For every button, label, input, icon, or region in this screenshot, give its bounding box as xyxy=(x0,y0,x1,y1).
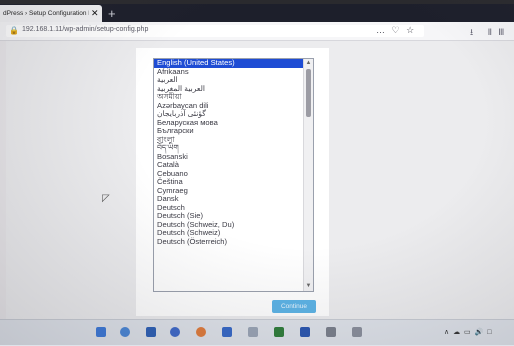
edge-browser-icon[interactable] xyxy=(170,327,180,337)
language-option[interactable]: Deutsch (Österreich) xyxy=(154,237,313,247)
scroll-down-icon[interactable]: ▼ xyxy=(305,283,312,290)
mouse-cursor-icon: ◸ xyxy=(102,193,110,204)
new-tab-icon[interactable]: + xyxy=(108,7,116,20)
address-bar[interactable]: 🔒 192.168.1.11/wp-admin/setup-config.php… xyxy=(6,25,424,37)
language-option[interactable]: Български xyxy=(154,126,313,136)
scroll-thumb[interactable] xyxy=(306,69,311,117)
browser-tab-strip: dPress › Setup Configuration Fi ✕ + xyxy=(0,4,514,22)
url-text: 192.168.1.11/wp-admin/setup-config.php xyxy=(22,26,149,33)
continue-button[interactable]: Continue xyxy=(272,300,316,313)
scroll-up-icon[interactable]: ▲ xyxy=(305,60,312,67)
firefox-icon[interactable] xyxy=(196,327,206,337)
scrollbar[interactable]: ▲ ▼ xyxy=(303,59,313,291)
store-icon[interactable] xyxy=(222,327,232,337)
app-icon[interactable] xyxy=(274,327,284,337)
tab-title: dPress › Setup Configuration Fi xyxy=(3,10,89,17)
browser-tab[interactable]: dPress › Setup Configuration Fi ✕ xyxy=(0,5,102,22)
system-tray[interactable]: ∧ ☁ ▭ 🔊 □ xyxy=(444,328,492,336)
page-content: English (United States) Afrikaans العربية ا… xyxy=(6,41,514,319)
setup-card: English (United States) Afrikaans العربية ا… xyxy=(136,48,329,316)
start-icon[interactable] xyxy=(96,327,106,337)
task-view-icon[interactable] xyxy=(146,327,156,337)
search-icon[interactable] xyxy=(120,327,130,337)
app2-icon[interactable] xyxy=(326,327,336,337)
app3-icon[interactable] xyxy=(352,327,362,337)
language-option[interactable]: Afrikaans xyxy=(154,67,313,77)
lock-icon: 🔒 xyxy=(9,26,19,35)
os-taskbar: ∧ ☁ ▭ 🔊 □ xyxy=(0,319,514,346)
word-icon[interactable] xyxy=(300,327,310,337)
file-explorer-icon[interactable] xyxy=(248,327,258,337)
close-tab-icon[interactable]: ✕ xyxy=(91,8,99,19)
browser-toolbar: 🔒 192.168.1.11/wp-admin/setup-config.php… xyxy=(0,22,514,51)
page-actions-icons[interactable]: … ♡ ☆ xyxy=(376,25,416,36)
language-select-list[interactable]: English (United States) Afrikaans العربية ا… xyxy=(153,58,314,292)
